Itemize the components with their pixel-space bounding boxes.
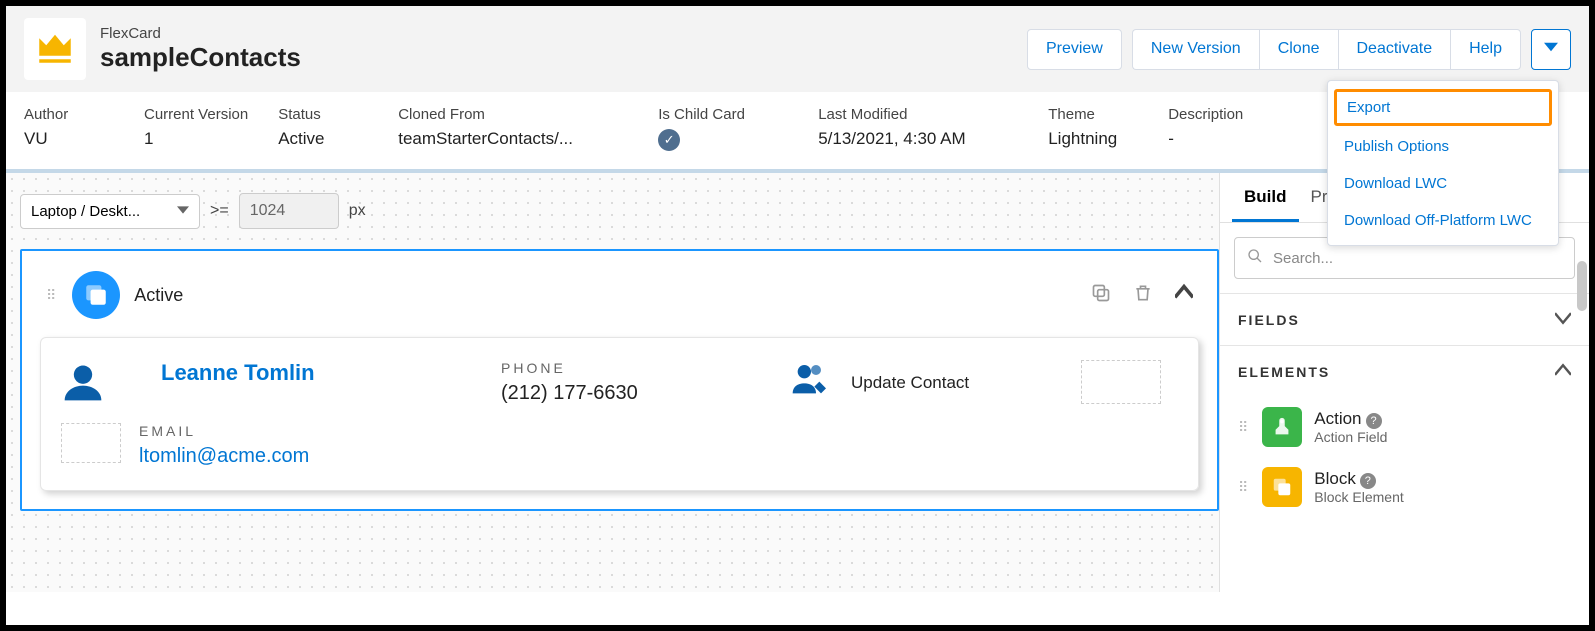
menu-item-download-lwc[interactable]: Download LWC	[1328, 165, 1558, 202]
new-version-button[interactable]: New Version	[1132, 29, 1259, 70]
chevron-down-icon	[1555, 310, 1571, 329]
search-icon	[1247, 248, 1263, 268]
meta-description: Description -	[1168, 106, 1258, 151]
operator-label: >=	[210, 202, 229, 220]
preview-button[interactable]: Preview	[1027, 29, 1122, 70]
fields-section-label: FIELDS	[1238, 312, 1300, 328]
meta-clonedfrom-value: teamStarterContacts/...	[398, 129, 628, 149]
element-action[interactable]: ⠿ Action? Action Field	[1220, 397, 1589, 457]
menu-item-publish-options[interactable]: Publish Options	[1328, 128, 1558, 165]
meta-author: Author VU	[24, 106, 114, 151]
meta-clonedfrom-label: Cloned From	[398, 106, 628, 123]
clone-button[interactable]: Clone	[1259, 29, 1338, 70]
meta-status: Status Active	[278, 106, 368, 151]
meta-theme-value: Lightning	[1048, 129, 1138, 149]
device-select[interactable]: Laptop / Deskt...	[20, 194, 200, 229]
meta-last-modified: Last Modified 5/13/2021, 4:30 AM	[818, 106, 1018, 151]
check-icon: ✓	[658, 129, 680, 151]
collapse-icon[interactable]	[1175, 283, 1193, 308]
contact-card[interactable]: Leanne Tomlin PHONE (212) 177-6630 Updat…	[40, 337, 1199, 491]
element-block-sub: Block Element	[1314, 489, 1403, 505]
element-block[interactable]: ⠿ Block? Block Element	[1220, 457, 1589, 517]
meta-lastmodified-value: 5/13/2021, 4:30 AM	[818, 129, 1018, 149]
placeholder-slot[interactable]	[1081, 360, 1161, 404]
more-menu-button[interactable]	[1531, 29, 1571, 70]
phone-value: (212) 177-6630	[501, 382, 791, 405]
menu-item-export[interactable]: Export	[1334, 89, 1552, 126]
unit-label: px	[349, 202, 366, 220]
state-icon	[72, 271, 120, 319]
canvas[interactable]: Laptop / Deskt... >= px ⠿ Active	[6, 173, 1219, 592]
meta-version: Current Version 1	[144, 106, 248, 151]
deactivate-button[interactable]: Deactivate	[1338, 29, 1451, 70]
meta-ischild-label: Is Child Card	[658, 106, 788, 123]
meta-cloned-from: Cloned From teamStarterContacts/...	[398, 106, 628, 151]
delete-state-icon[interactable]	[1133, 283, 1153, 308]
update-contact-label: Update Contact	[851, 373, 969, 393]
search-placeholder: Search...	[1273, 250, 1333, 267]
meta-theme-label: Theme	[1048, 106, 1138, 123]
meta-author-label: Author	[24, 106, 114, 123]
width-input[interactable]	[239, 193, 339, 229]
meta-author-value: VU	[24, 129, 114, 149]
help-icon[interactable]: ?	[1366, 413, 1382, 429]
people-edit-icon	[791, 360, 831, 405]
meta-theme: Theme Lightning	[1048, 106, 1138, 151]
caret-down-icon	[177, 203, 189, 220]
help-icon[interactable]: ?	[1360, 473, 1376, 489]
meta-version-value: 1	[144, 129, 248, 149]
action-element-icon	[1262, 407, 1302, 447]
page-title: sampleContacts	[100, 42, 301, 73]
flexcard-state[interactable]: ⠿ Active	[20, 249, 1219, 511]
menu-item-download-off-platform[interactable]: Download Off-Platform LWC	[1328, 202, 1558, 239]
fields-section-header[interactable]: FIELDS	[1220, 294, 1589, 345]
element-action-sub: Action Field	[1314, 429, 1387, 445]
meta-description-value: -	[1168, 129, 1258, 149]
contact-name[interactable]: Leanne Tomlin	[161, 360, 501, 386]
state-header: ⠿ Active	[32, 261, 1207, 329]
caret-down-icon	[1544, 40, 1558, 59]
device-select-label: Laptop / Deskt...	[31, 203, 140, 220]
placeholder-slot[interactable]	[61, 423, 121, 463]
drag-handle-icon[interactable]: ⠿	[1238, 484, 1250, 490]
meta-status-label: Status	[278, 106, 368, 123]
element-block-title: Block	[1314, 469, 1356, 488]
elements-section-header[interactable]: ELEMENTS	[1220, 346, 1589, 397]
drag-handle-icon[interactable]: ⠿	[46, 292, 58, 298]
meta-is-child: Is Child Card ✓	[658, 106, 788, 151]
meta-version-label: Current Version	[144, 106, 248, 123]
app-logo	[24, 18, 86, 80]
avatar-icon	[61, 360, 161, 409]
block-element-icon	[1262, 467, 1302, 507]
update-contact-action[interactable]: Update Contact	[791, 360, 1081, 405]
more-menu-dropdown: Export Publish Options Download LWC Down…	[1327, 80, 1559, 246]
title-block: FlexCard sampleContacts	[100, 25, 301, 73]
breakpoint-toolbar: Laptop / Deskt... >= px	[20, 193, 1219, 229]
meta-lastmodified-label: Last Modified	[818, 106, 1018, 123]
scrollbar[interactable]	[1577, 173, 1587, 592]
elements-section-label: ELEMENTS	[1238, 364, 1330, 380]
clone-state-icon[interactable]	[1091, 283, 1111, 308]
crown-icon	[34, 26, 76, 73]
state-title: Active	[134, 285, 183, 306]
chevron-up-icon	[1555, 362, 1571, 381]
element-action-title: Action	[1314, 409, 1361, 428]
meta-description-label: Description	[1168, 106, 1258, 123]
email-value[interactable]: ltomlin@acme.com	[139, 445, 309, 468]
email-field: EMAIL ltomlin@acme.com	[139, 423, 309, 468]
phone-field: PHONE (212) 177-6630	[501, 360, 791, 405]
scrollbar-thumb[interactable]	[1577, 261, 1587, 311]
help-button[interactable]: Help	[1450, 29, 1521, 70]
drag-handle-icon[interactable]: ⠿	[1238, 424, 1250, 430]
tab-build[interactable]: Build	[1232, 173, 1299, 222]
phone-label: PHONE	[501, 360, 791, 376]
email-label: EMAIL	[139, 423, 309, 439]
header-actions: Preview New Version Clone Deactivate Hel…	[1027, 29, 1571, 70]
record-type: FlexCard	[100, 25, 301, 42]
meta-status-value: Active	[278, 129, 368, 149]
